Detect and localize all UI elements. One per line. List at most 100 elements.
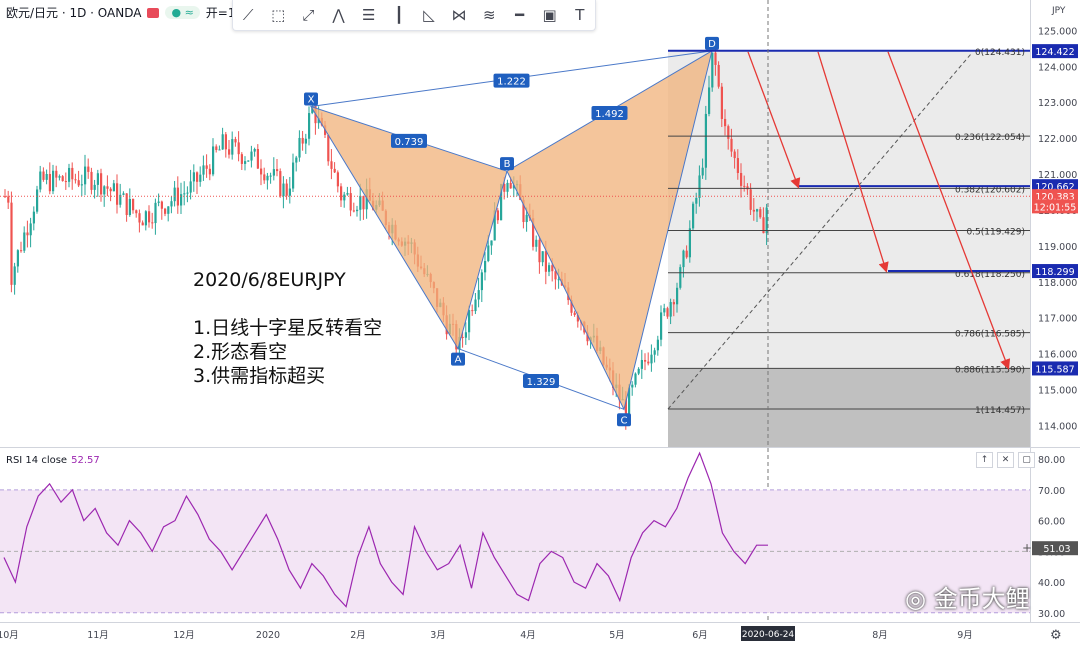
candle-body	[221, 134, 224, 150]
candle-body	[333, 168, 336, 173]
candle-body	[87, 166, 90, 172]
candle-body	[189, 181, 192, 193]
candle-body	[301, 137, 304, 144]
candle-body	[253, 148, 256, 152]
candle-body	[304, 138, 307, 144]
price-tick: 114.000	[1038, 421, 1077, 432]
fib-level-label: 1(114.457)	[975, 406, 1025, 416]
candle-body	[96, 173, 99, 185]
candle-body	[676, 287, 679, 305]
candle-body	[759, 209, 762, 218]
candle-body	[487, 245, 490, 261]
fib-retracement-icon[interactable]: ☰	[358, 4, 380, 26]
candle-body	[80, 184, 83, 186]
candle-body	[74, 179, 77, 181]
candle-body	[29, 223, 32, 236]
candle-body	[112, 183, 115, 192]
candle-body	[544, 251, 547, 272]
time-tick: 2月	[350, 630, 366, 641]
candle-body	[666, 308, 669, 317]
candle-body	[55, 170, 58, 178]
candle-body	[260, 168, 263, 175]
candle-body	[263, 174, 266, 181]
rsi-move-up-button[interactable]: ↑	[976, 452, 993, 468]
candle-body	[224, 134, 227, 150]
candle-body	[484, 260, 487, 273]
elliott-wave-icon[interactable]: ⋀	[328, 4, 350, 26]
annotation-line: 3.供需指标超买	[193, 365, 325, 387]
horizontal-ray-icon[interactable]: ━	[508, 4, 530, 26]
candle-body	[525, 214, 528, 223]
symbol-title[interactable]: 欧元/日元 · 1D · OANDA	[6, 4, 141, 21]
candle-body	[141, 222, 144, 226]
candle-body	[199, 174, 202, 182]
candle-body	[138, 213, 141, 223]
candle-body	[356, 209, 359, 212]
rsi-maximize-button[interactable]: ▢	[1018, 452, 1035, 468]
time-tick: 6月	[692, 630, 708, 641]
time-tick: 4月	[520, 630, 536, 641]
price-tick: 125.000	[1038, 26, 1077, 37]
fib-level-label: 0.236(122.054)	[955, 133, 1025, 143]
candle-body	[205, 165, 208, 169]
xabcd-pattern-icon[interactable]: ⋈	[448, 4, 470, 26]
candle-body	[170, 201, 173, 207]
rsi-tick: 30.00	[1038, 609, 1065, 620]
price-tick: 122.000	[1038, 134, 1077, 145]
rsi-tick: 70.00	[1038, 486, 1065, 497]
candle-body	[471, 310, 474, 312]
rectangle-icon[interactable]: ⬚	[267, 4, 289, 26]
ratio-label: 1.329	[527, 377, 556, 388]
candle-body	[234, 139, 237, 143]
candle-body	[727, 126, 730, 139]
candle-body	[247, 160, 250, 162]
crosshair-date-label: 2020-06-24	[742, 630, 795, 640]
candle-body	[84, 166, 87, 185]
candle-body	[711, 52, 714, 88]
ratio-label: 0.739	[395, 137, 424, 148]
price-tick: 116.000	[1038, 350, 1077, 361]
candle-body	[765, 207, 768, 234]
candle-body	[256, 148, 259, 169]
candle-body	[32, 211, 35, 224]
candle-body	[266, 175, 269, 181]
rsi-label[interactable]: RSI 14 close	[6, 455, 67, 466]
trend-line-icon[interactable]: ⟋	[237, 4, 259, 26]
triangle-icon[interactable]: ◺	[418, 4, 440, 26]
candle-body	[208, 168, 211, 175]
candle-body	[237, 142, 240, 155]
candle-body	[250, 151, 253, 161]
candle-body	[557, 279, 560, 281]
path-icon[interactable]: ⤢	[297, 4, 319, 26]
candle-body	[695, 197, 698, 204]
candle-body	[228, 149, 231, 155]
market-status-pill[interactable]: ● ≈	[165, 6, 200, 19]
gear-icon[interactable]: ⚙	[1050, 628, 1062, 643]
candle-body	[298, 137, 301, 158]
pattern-point-label: X	[308, 95, 315, 106]
price-tick: 123.000	[1038, 98, 1077, 109]
rsi-close-button[interactable]: ✕	[997, 452, 1014, 468]
candle-body	[132, 198, 135, 211]
frame-icon[interactable]: ▣	[539, 4, 561, 26]
candle-body	[740, 173, 743, 186]
candle-body	[346, 193, 349, 195]
candle-body	[480, 272, 483, 291]
annotation-line: 1.日线十字星反转看空	[193, 317, 382, 339]
candle-body	[26, 232, 29, 236]
candle-body	[461, 336, 464, 338]
candle-body	[148, 211, 151, 223]
candle-body	[13, 266, 16, 285]
fib-level-label: 0(124.431)	[975, 48, 1025, 58]
text-icon[interactable]: T	[569, 4, 591, 26]
chart-canvas: 0.739 1.329 1.492 1.222 X A B C D 0(124.431) 0.236…	[0, 0, 1080, 647]
fib-channel-icon[interactable]: ≋	[478, 4, 500, 26]
candle-body	[733, 151, 736, 159]
vertical-line-icon[interactable]: ┃	[388, 4, 410, 26]
candle-body	[154, 202, 157, 224]
rsi-last-value: 51.03	[1043, 544, 1070, 555]
candle-body	[474, 299, 477, 312]
candle-body	[36, 189, 39, 212]
rsi-panel-buttons: ↑ ✕ ▢	[976, 452, 1035, 468]
candle-body	[109, 188, 112, 192]
